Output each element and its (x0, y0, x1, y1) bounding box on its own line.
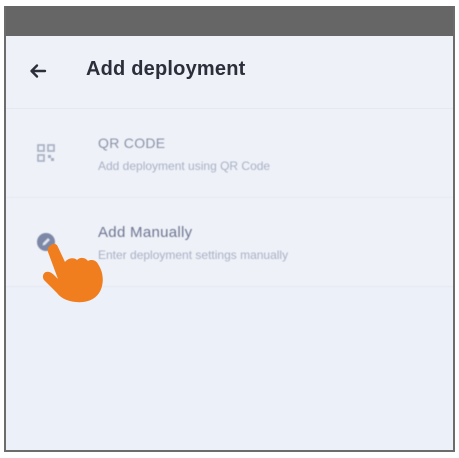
status-bar (6, 6, 453, 36)
add-manually-option-subtitle: Enter deployment settings manually (98, 248, 289, 262)
page-title: Add deployment (86, 58, 246, 80)
app-header: Add deployment (6, 36, 453, 109)
add-manually-option[interactable]: Add Manually Enter deployment settings m… (6, 198, 453, 287)
edit-circle-icon (34, 230, 58, 254)
app-window: Add deployment QR CODE Add deployment us… (4, 6, 455, 452)
add-manually-option-title: Add Manually (98, 224, 193, 241)
qr-code-option-title: QR CODE (98, 135, 166, 151)
arrow-left-icon (30, 64, 47, 78)
qr-code-option[interactable]: QR CODE Add deployment using QR Code (6, 109, 453, 198)
back-button[interactable] (22, 55, 54, 87)
qr-code-option-subtitle: Add deployment using QR Code (98, 159, 271, 173)
qr-code-icon (34, 141, 58, 165)
